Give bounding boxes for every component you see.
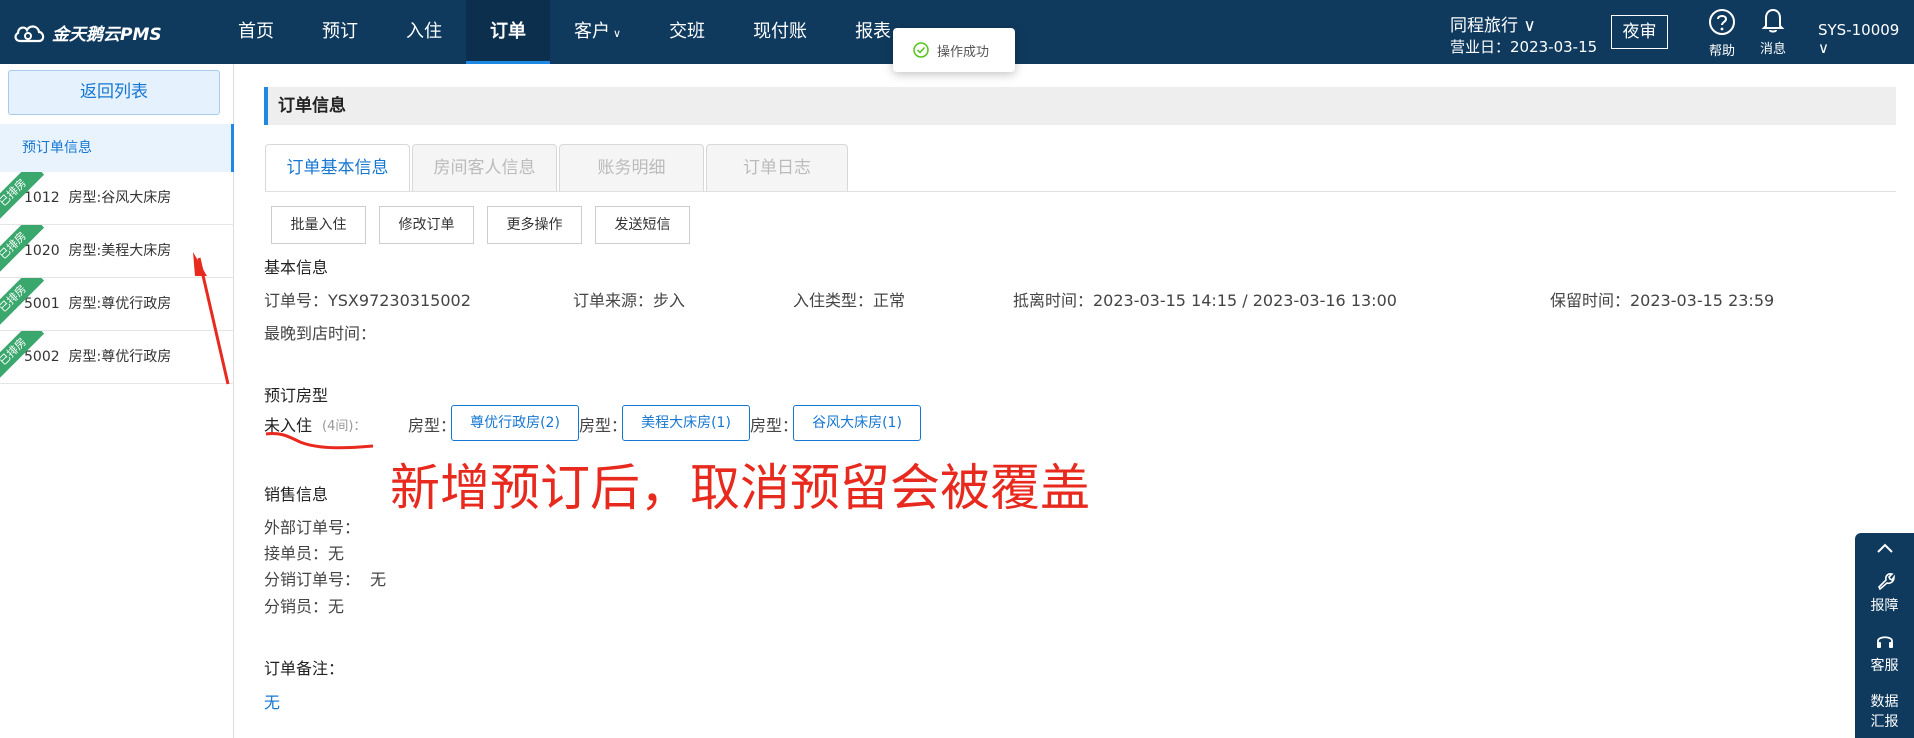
collapse-button[interactable] — [1855, 541, 1914, 559]
data-label: 数据 — [1870, 694, 1899, 710]
annotation-arrowhead — [193, 252, 207, 276]
data-report-button[interactable]: 数据 汇报 — [1855, 691, 1914, 731]
wrench-icon — [1877, 573, 1895, 591]
service-label: 客服 — [1870, 658, 1899, 674]
repair-label: 报障 — [1870, 598, 1899, 614]
customer-service-button[interactable]: 客服 — [1855, 631, 1914, 675]
report-label: 汇报 — [1870, 714, 1899, 730]
headset-icon — [1876, 636, 1893, 648]
annotation-text: 新增预订后，取消预留会被覆盖 — [390, 459, 1090, 517]
floating-tool-panel: 报障 客服 数据 汇报 — [1855, 533, 1914, 738]
annotation-underline — [265, 432, 374, 450]
annotation-overlay — [193, 252, 374, 450]
annotation-arrow — [197, 257, 230, 385]
chevron-up-icon — [1876, 543, 1893, 553]
report-issue-button[interactable]: 报障 — [1855, 571, 1914, 615]
